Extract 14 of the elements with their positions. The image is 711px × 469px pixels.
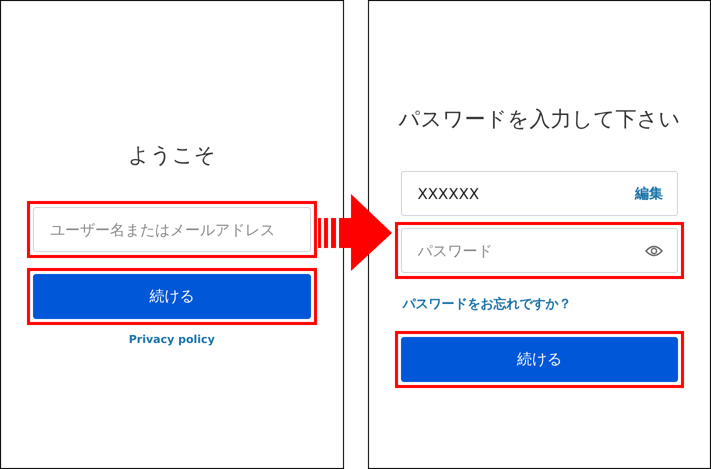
text-box[interactable]: ユーザー名またはメールアドレス — [33, 207, 310, 252]
continue-button[interactable]: 続ける — [400, 337, 678, 382]
password-box[interactable]: パスワード — [400, 228, 678, 273]
input-field[interactable]: ユーザー名またはメールアドレス — [50, 220, 296, 238]
eye-icon[interactable] — [645, 244, 663, 256]
screen-title: ようこそ — [126, 142, 217, 169]
forgot-password-link[interactable]: パスワードをお忘れですか？ — [400, 295, 572, 313]
text-box[interactable]: XXXXXX 編集 — [400, 171, 678, 216]
input-field[interactable]: XXXXXX — [418, 184, 635, 202]
continue-button[interactable]: 続ける — [33, 274, 310, 319]
password-field[interactable]: パスワード — [418, 242, 645, 260]
privacy-link[interactable]: Privacy policy — [128, 333, 215, 346]
screen-title: パスワードを入力して下さい — [397, 106, 682, 133]
edit-button[interactable]: 編集 — [635, 184, 663, 202]
